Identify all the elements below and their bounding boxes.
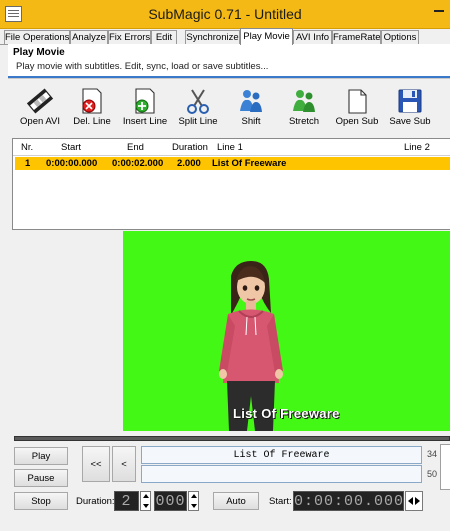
page-title: Play Movie (13, 47, 65, 58)
tab-options[interactable]: Options (381, 30, 419, 44)
shift-button[interactable]: Shift (224, 84, 278, 132)
line2-char-count: 50 (427, 469, 438, 479)
subtitle-line2-input[interactable] (141, 465, 422, 483)
rewind-button[interactable]: < (112, 446, 136, 482)
tab-bar: File Operations Analyze Fix Errors Edit … (0, 28, 450, 45)
column-end[interactable]: End (127, 142, 144, 153)
column-duration[interactable]: Duration (172, 142, 208, 153)
scissors-icon (187, 89, 209, 114)
page-header: Play Movie Play movie with subtitles. Ed… (8, 44, 450, 79)
shift-people-icon (240, 90, 262, 112)
start-time-nudge[interactable] (405, 491, 423, 511)
pause-button[interactable]: Pause (14, 469, 68, 487)
tab-analyze[interactable]: Analyze (70, 30, 108, 44)
open-sub-button[interactable]: Open Sub (330, 84, 384, 132)
insert-line-button[interactable]: Insert Line (118, 84, 172, 132)
floppy-disk-icon (398, 89, 422, 113)
rewind-fast-button[interactable]: << (82, 446, 110, 482)
subtitle-line1-input[interactable]: List Of Freeware (141, 446, 422, 464)
table-row[interactable]: 1 0:00:00.000 0:00:02.000 2.000 List Of … (15, 157, 450, 170)
start-label: Start: (269, 496, 292, 507)
video-subtitle-overlay: List Of Freeware (233, 406, 340, 421)
cell-start: 0:00:00.000 (46, 158, 98, 169)
save-sub-label: Save Sub (389, 116, 431, 127)
duration-ms-display[interactable]: 000 (154, 491, 187, 511)
start-time-display[interactable]: 0:00:00.000 (293, 491, 404, 511)
header-divider (8, 76, 450, 78)
play-button[interactable]: Play (14, 447, 68, 465)
duration-label: Duration: (76, 496, 115, 507)
split-line-button[interactable]: Split Line (171, 84, 225, 132)
cell-duration: 2.000 (177, 158, 201, 169)
insert-line-icon (135, 88, 155, 114)
minimize-icon[interactable] (428, 0, 450, 20)
cell-line1: List Of Freeware (212, 158, 287, 169)
tab-fix-errors[interactable]: Fix Errors (108, 30, 151, 44)
tab-avi-info[interactable]: AVI Info (293, 30, 332, 44)
window-title: SubMagic 0.71 - Untitled (148, 6, 302, 22)
cell-nr: 1 (25, 158, 31, 169)
column-line1[interactable]: Line 1 (217, 142, 243, 153)
column-start[interactable]: Start (61, 142, 81, 153)
stretch-people-icon (293, 90, 315, 112)
column-nr[interactable]: Nr. (21, 142, 33, 153)
delete-line-icon (82, 88, 102, 114)
tab-edit[interactable]: Edit (151, 30, 177, 44)
tab-framerate[interactable]: FrameRate (332, 30, 381, 44)
seek-bar[interactable] (14, 436, 450, 441)
video-player[interactable]: List Of Freeware (123, 231, 450, 431)
save-sub-button[interactable]: Save Sub (383, 84, 437, 132)
column-line2[interactable]: Line 2 (404, 142, 430, 153)
tab-file-operations[interactable]: File Operations (4, 30, 70, 44)
duration-seconds-display[interactable]: 2 (114, 491, 139, 511)
film-strip-icon (26, 88, 54, 114)
stop-button[interactable]: Stop (14, 492, 68, 510)
stretch-button[interactable]: Stretch (277, 84, 331, 132)
duration-seconds-spinner[interactable] (140, 491, 151, 511)
tab-synchronize[interactable]: Synchronize (185, 30, 240, 44)
avatar-figure (219, 261, 283, 431)
delete-line-button[interactable]: Del. Line (65, 84, 119, 132)
duration-ms-spinner[interactable] (188, 491, 199, 511)
auto-button[interactable]: Auto (213, 492, 259, 510)
page-description: Play movie with subtitles. Edit, sync, l… (16, 61, 269, 72)
side-panel (440, 444, 450, 490)
title-bar: SubMagic 0.71 - Untitled (0, 0, 450, 29)
subtitle-table[interactable]: Nr. Start End Duration Line 1 Line 2 1 0… (12, 138, 450, 230)
table-header: Nr. Start End Duration Line 1 Line 2 (13, 139, 450, 156)
tab-play-movie[interactable]: Play Movie (240, 28, 293, 45)
cell-end: 0:00:02.000 (112, 158, 164, 169)
toolbar: Open AVI Del. Line Insert Line Split Lin… (10, 84, 450, 132)
line1-char-count: 34 (427, 449, 438, 459)
open-document-icon (348, 89, 367, 114)
